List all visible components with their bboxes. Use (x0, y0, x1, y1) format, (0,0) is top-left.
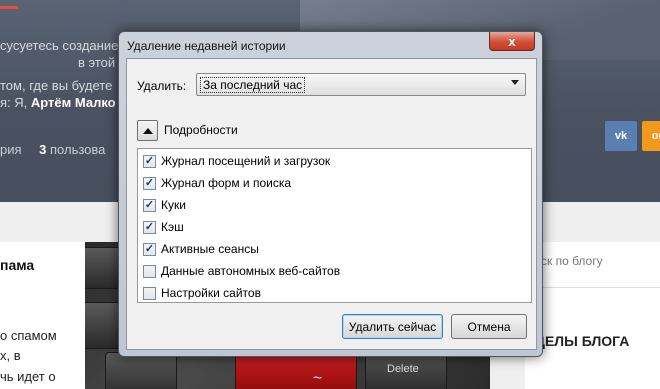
users-count: 3 (39, 142, 47, 157)
time-range-label: Удалить: (137, 79, 187, 93)
checkbox[interactable] (143, 264, 156, 278)
history-items-list: ✓ Журнал посещений и загрузок ✓ Журнал ф… (137, 148, 532, 303)
time-range-select[interactable]: За последний час (196, 73, 526, 96)
clear-history-dialog: Удаление недавней истории x Удалить: За … (118, 31, 543, 357)
list-item[interactable]: Данные автономных веб-сайтов (143, 263, 340, 279)
close-icon: x (508, 33, 516, 49)
header-text-line: сусуетесь создание (0, 38, 119, 53)
key-label: ~ (313, 370, 323, 387)
stats-label: рия (0, 142, 22, 157)
chevron-down-icon (511, 80, 519, 85)
key-label: Delete (387, 363, 419, 375)
post-title[interactable]: пама (0, 257, 34, 273)
item-label: Кэш (161, 220, 184, 234)
chevron-up-icon (142, 127, 153, 134)
blog-search-input[interactable]: ск по блогу (541, 254, 603, 268)
ok-share-button[interactable]: ок (642, 121, 660, 151)
details-toggle-button[interactable] (137, 120, 158, 141)
check-icon: ✓ (144, 242, 155, 255)
item-label: Куки (161, 198, 186, 212)
item-label: Журнал форм и поиска (161, 176, 292, 190)
checkbox[interactable]: ✓ (143, 220, 156, 234)
list-item[interactable]: Настройки сайтов (143, 285, 261, 301)
check-icon: ✓ (144, 176, 155, 189)
sidebar-heading: ДЕЛЫ БЛОГА (535, 333, 630, 349)
header-author-line: я: Я, Артём Малко (0, 95, 116, 110)
users-label: пользова (50, 142, 106, 157)
dialog-title: Удаление недавней истории (127, 39, 286, 53)
clear-now-button[interactable]: Удалить сейчас (342, 314, 443, 339)
list-item[interactable]: ✓ Куки (143, 197, 186, 213)
checkbox[interactable]: ✓ (143, 176, 156, 190)
item-label: Журнал посещений и загрузок (161, 154, 331, 168)
sidebar-divider (530, 287, 660, 288)
item-label: Активные сеансы (161, 242, 259, 256)
list-item[interactable]: ✓ Журнал форм и поиска (143, 175, 291, 191)
time-range-value: За последний час (200, 77, 306, 93)
list-item[interactable]: ✓ Активные сеансы (143, 241, 259, 257)
close-button[interactable]: x (489, 32, 535, 51)
check-icon: ✓ (144, 198, 155, 211)
post-text-line: чь идет о (0, 369, 56, 384)
author-prefix: я: Я, (0, 95, 28, 110)
check-icon: ✓ (144, 154, 155, 167)
cancel-button[interactable]: Отмена (451, 314, 527, 339)
checkbox[interactable]: ✓ (143, 242, 156, 256)
site-stats: рия 3 пользова (0, 142, 105, 157)
author-name[interactable]: Артём Малко (31, 95, 116, 110)
list-item[interactable]: ✓ Журнал посещений и загрузок (143, 153, 330, 169)
item-label: Настройки сайтов (161, 286, 261, 300)
dialog-body: Удалить: За последний час Подробности ✓ … (126, 58, 537, 350)
site-logo (0, 6, 18, 9)
check-icon: ✓ (144, 220, 155, 233)
header-text-line: том, где вы будете (0, 78, 113, 93)
item-label: Данные автономных веб-сайтов (161, 264, 341, 278)
dialog-titlebar[interactable]: Удаление недавней истории x (119, 32, 542, 58)
checkbox[interactable]: ✓ (143, 198, 156, 212)
post-text-line: х, в (0, 348, 21, 363)
post-text-line: о спамом (0, 328, 57, 343)
vk-share-button[interactable]: vk (605, 121, 637, 151)
list-item[interactable]: ✓ Кэш (143, 219, 184, 235)
details-label: Подробности (164, 123, 238, 137)
checkbox[interactable] (143, 286, 156, 300)
checkbox[interactable]: ✓ (143, 154, 156, 168)
